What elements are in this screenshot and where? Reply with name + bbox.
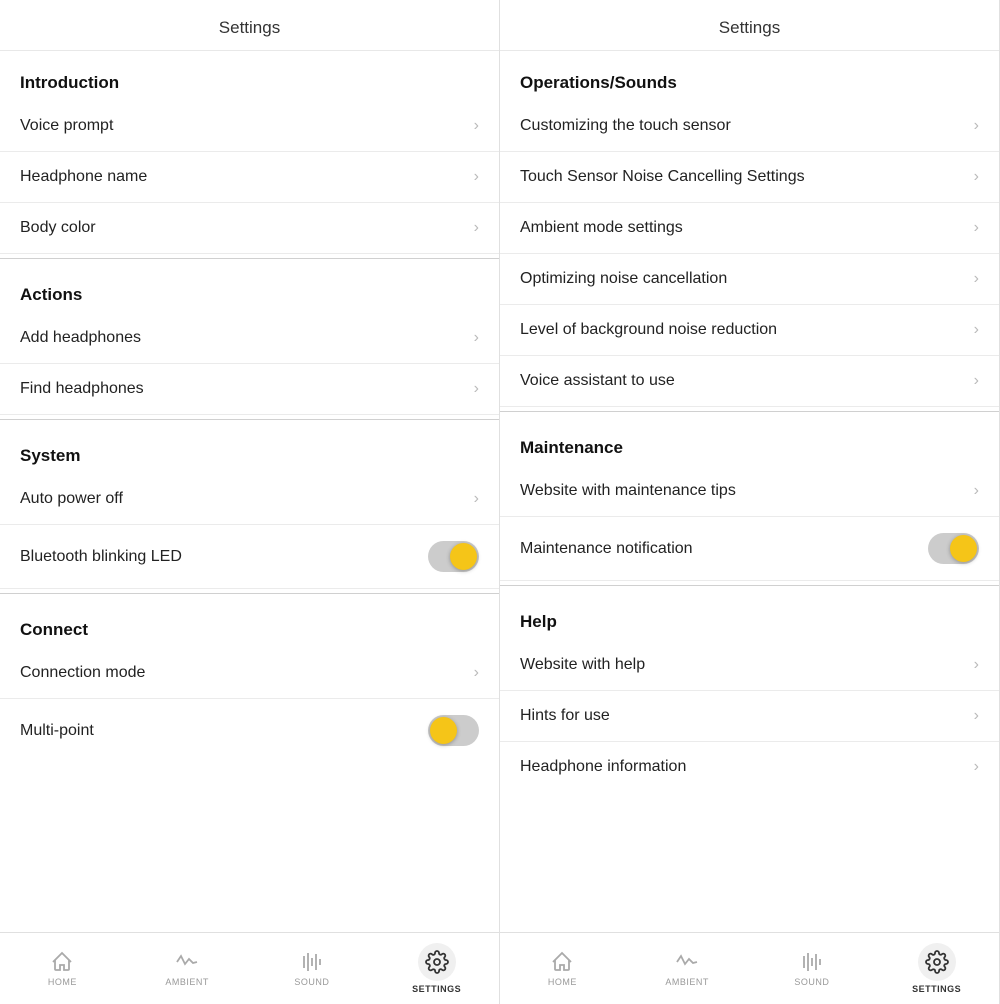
chevron-icon: › (474, 490, 479, 508)
nav-ambient-left[interactable]: AMBIENT (125, 942, 250, 995)
right-bottom-nav: HOME AMBIENT SOUND (500, 932, 999, 1004)
chevron-icon: › (974, 321, 979, 339)
menu-connection-mode[interactable]: Connection mode › (0, 648, 499, 699)
menu-voice-prompt[interactable]: Voice prompt › (0, 101, 499, 152)
chevron-icon: › (474, 664, 479, 682)
section-connect: Connect (0, 598, 499, 648)
menu-optimize-nc[interactable]: Optimizing noise cancellation › (500, 254, 999, 305)
nav-label-ambient: AMBIENT (165, 977, 209, 987)
menu-headphone-name[interactable]: Headphone name › (0, 152, 499, 203)
section-maintenance: Maintenance (500, 416, 999, 466)
home-icon (50, 950, 74, 974)
chevron-icon: › (974, 168, 979, 186)
maintenance-notification-toggle[interactable] (928, 533, 979, 564)
settings-icon (925, 950, 949, 974)
chevron-icon: › (474, 380, 479, 398)
menu-help-website[interactable]: Website with help › (500, 640, 999, 691)
menu-touch-sensor[interactable]: Customizing the touch sensor › (500, 101, 999, 152)
nav-label-settings: SETTINGS (412, 984, 461, 994)
chevron-icon: › (974, 656, 979, 674)
menu-multi-point[interactable]: Multi-point (0, 699, 499, 762)
menu-headphone-info[interactable]: Headphone information › (500, 742, 999, 792)
nav-label-sound: SOUND (294, 977, 329, 987)
settings-circle (918, 943, 956, 981)
chevron-icon: › (974, 758, 979, 776)
settings-icon (425, 950, 449, 974)
nav-home-left[interactable]: HOME (0, 942, 125, 995)
nav-label-sound: SOUND (794, 977, 829, 987)
chevron-icon: › (474, 329, 479, 347)
right-scroll-area: Operations/Sounds Customizing the touch … (500, 51, 999, 932)
menu-bg-noise-level[interactable]: Level of background noise reduction › (500, 305, 999, 356)
chevron-icon: › (474, 219, 479, 237)
menu-body-color[interactable]: Body color › (0, 203, 499, 254)
section-operations: Operations/Sounds (500, 51, 999, 101)
chevron-icon: › (974, 219, 979, 237)
left-bottom-nav: HOME AMBIENT SOUND (0, 932, 499, 1004)
nav-ambient-right[interactable]: AMBIENT (625, 942, 750, 995)
sound-icon (300, 950, 324, 974)
section-help: Help (500, 590, 999, 640)
multi-point-toggle[interactable] (428, 715, 479, 746)
toggle-thumb (430, 717, 457, 744)
menu-find-headphones[interactable]: Find headphones › (0, 364, 499, 415)
chevron-icon: › (974, 117, 979, 135)
nav-settings-left[interactable]: SETTINGS (374, 935, 499, 1002)
divider (0, 593, 499, 594)
settings-circle (418, 943, 456, 981)
divider (500, 585, 999, 586)
menu-maintenance-notification[interactable]: Maintenance notification (500, 517, 999, 581)
menu-maintenance-website[interactable]: Website with maintenance tips › (500, 466, 999, 517)
menu-auto-power-off[interactable]: Auto power off › (0, 474, 499, 525)
nav-label-settings: SETTINGS (912, 984, 961, 994)
chevron-icon: › (474, 168, 479, 186)
menu-touch-sensor-nc[interactable]: Touch Sensor Noise Cancelling Settings › (500, 152, 999, 203)
menu-add-headphones[interactable]: Add headphones › (0, 313, 499, 364)
chevron-icon: › (974, 707, 979, 725)
bluetooth-led-toggle[interactable] (428, 541, 479, 572)
section-introduction: Introduction (0, 51, 499, 101)
menu-voice-assistant[interactable]: Voice assistant to use › (500, 356, 999, 407)
nav-settings-right[interactable]: SETTINGS (874, 935, 999, 1002)
nav-sound-left[interactable]: SOUND (250, 942, 375, 995)
toggle-thumb (450, 543, 477, 570)
home-icon (550, 950, 574, 974)
ambient-icon (675, 950, 699, 974)
section-system: System (0, 424, 499, 474)
chevron-icon: › (474, 117, 479, 135)
nav-sound-right[interactable]: SOUND (750, 942, 875, 995)
divider (0, 419, 499, 420)
menu-hints[interactable]: Hints for use › (500, 691, 999, 742)
right-panel: Settings Operations/Sounds Customizing t… (500, 0, 1000, 1004)
divider (0, 258, 499, 259)
chevron-icon: › (974, 270, 979, 288)
section-actions: Actions (0, 263, 499, 313)
left-panel-header: Settings (0, 0, 499, 51)
left-panel: Settings Introduction Voice prompt › Hea… (0, 0, 500, 1004)
right-panel-header: Settings (500, 0, 999, 51)
menu-bluetooth-led[interactable]: Bluetooth blinking LED (0, 525, 499, 589)
nav-label-home: HOME (48, 977, 77, 987)
divider (500, 411, 999, 412)
left-header-title: Settings (219, 18, 280, 37)
chevron-icon: › (974, 482, 979, 500)
right-header-title: Settings (719, 18, 780, 37)
nav-home-right[interactable]: HOME (500, 942, 625, 995)
nav-label-home: HOME (548, 977, 577, 987)
chevron-icon: › (974, 372, 979, 390)
menu-ambient-mode[interactable]: Ambient mode settings › (500, 203, 999, 254)
toggle-thumb (950, 535, 977, 562)
ambient-icon (175, 950, 199, 974)
nav-label-ambient: AMBIENT (665, 977, 709, 987)
sound-icon (800, 950, 824, 974)
left-scroll-area: Introduction Voice prompt › Headphone na… (0, 51, 499, 932)
